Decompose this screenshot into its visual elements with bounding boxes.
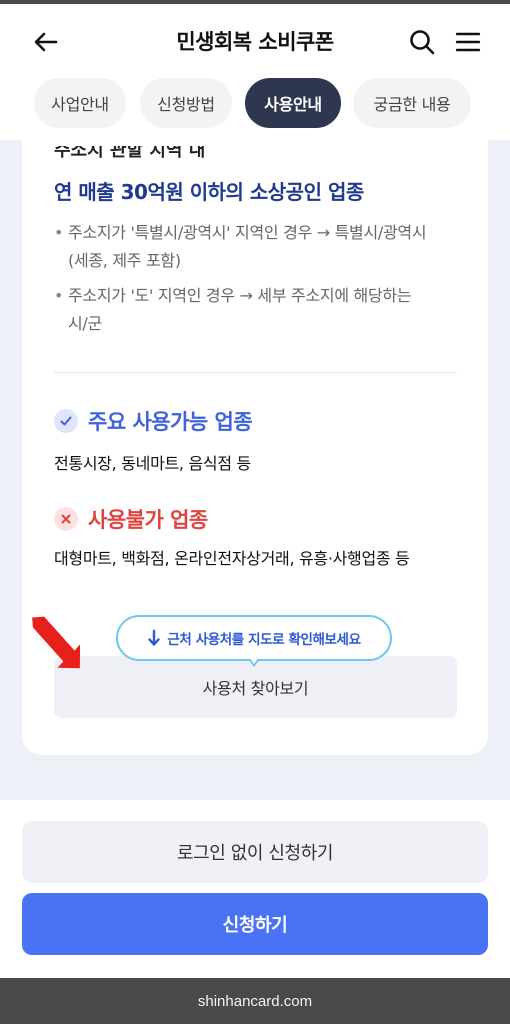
region-text-label: 주소지 관할 지역 내 [54, 146, 206, 161]
bullet-text: 주소지가 '특별시/광역시' 지역인 경우 → 특별시/광역시(세종, 제주 포… [68, 223, 427, 270]
bullet-dot: • [54, 223, 64, 242]
unusable-title-text: 사용불가 업종 [88, 508, 208, 532]
bullet-dot: • [54, 286, 64, 305]
unusable-section-title: 사용불가 업종 [54, 504, 208, 534]
tooltip-tail-inner [250, 658, 258, 664]
menu-button[interactable] [450, 24, 486, 60]
divider [54, 372, 457, 373]
check-icon [54, 409, 78, 433]
tab-usage-guide[interactable]: 사용안내 [245, 78, 341, 128]
usable-section-body: 전통시장, 동네마트, 음식점 등 [54, 454, 251, 473]
search-button[interactable] [404, 24, 440, 60]
bullet-item: • 주소지가 '도' 지역인 경우 → 세부 주소지에 해당하는 시/군 [54, 282, 434, 338]
search-icon [410, 30, 435, 55]
tab-faq[interactable]: 궁금한 내용 [353, 78, 471, 128]
red-arrow-annotation-icon [32, 616, 80, 669]
region-text: 주소지 관할 지역 내 [54, 146, 205, 168]
x-icon [54, 507, 78, 531]
apply-without-login-button[interactable]: 로그인 없이 신청하기 [22, 821, 488, 883]
tab-how-to-apply[interactable]: 신청방법 [140, 78, 232, 128]
apply-button[interactable]: 신청하기 [22, 893, 488, 955]
usable-section-title: 주요 사용가능 업종 [54, 406, 253, 436]
eligibility-headline: 연 매출 30억원 이하의 소상공인 업종 [54, 180, 364, 204]
bullet-text: 주소지가 '도' 지역인 경우 → 세부 주소지에 해당하는 시/군 [68, 286, 412, 333]
browser-url-bar[interactable]: shinhancard.com [0, 978, 510, 1024]
app-header: 민생회복 소비쿠폰 [0, 4, 510, 74]
bullet-item: • 주소지가 '특별시/광역시' 지역인 경우 → 특별시/광역시(세종, 제주… [54, 219, 434, 275]
hamburger-menu-icon [455, 32, 481, 52]
tab-business-info[interactable]: 사업안내 [34, 78, 126, 128]
arrow-down-icon [147, 629, 161, 647]
tooltip-text: 근처 사용처를 지도로 확인해보세요 [167, 632, 361, 648]
unusable-section-body: 대형마트, 백화점, 온라인전자상거래, 유흥·사행업종 등 [54, 549, 410, 568]
usable-title-text: 주요 사용가능 업종 [88, 410, 253, 434]
map-tooltip: 근처 사용처를 지도로 확인해보세요 [116, 615, 392, 661]
tab-bar: 사업안내 신청방법 사용안내 궁금한 내용 [0, 78, 510, 130]
